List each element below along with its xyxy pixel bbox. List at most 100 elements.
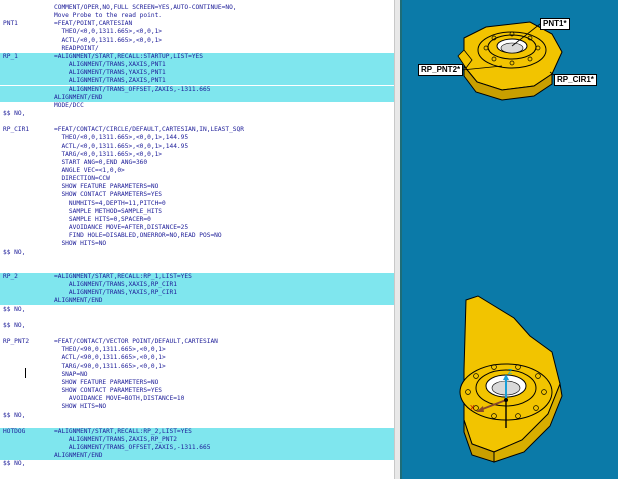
feature-label-pnt1[interactable]: PNT1* — [540, 18, 570, 30]
code-text: ALIGNMENT/TRANS,ZAXIS,PNT1 — [54, 77, 166, 85]
feature-id-label: RP_2 — [3, 272, 18, 280]
code-line[interactable]: ALIGNMENT/TRANS,YAXIS,RP_CIR1 — [0, 289, 394, 298]
code-line[interactable]: ALIGNMENT/END — [0, 297, 394, 306]
code-line[interactable]: ALIGNMENT/TRANS,XAXIS,PNT1 — [0, 61, 394, 70]
code-line[interactable]: SHOW HITS=NO — [0, 240, 394, 248]
code-line[interactable]: RP_CIR1 =FEAT/CONTACT/CIRCLE/DEFAULT,CART… — [0, 126, 394, 134]
code-text: NUMHITS=4,DEPTH=11,PITCH=0 — [54, 199, 166, 207]
feature-label-rp-cir1[interactable]: RP_CIR1* — [554, 74, 597, 86]
code-text: SHOW FEATURE PARAMETERS=NO — [54, 378, 159, 386]
code-line[interactable]: READPOINT/ — [0, 45, 394, 53]
code-text: =ALIGNMENT/START,RECALL:STARTUP,LIST=YES — [54, 52, 204, 60]
code-text: ALIGNMENT/TRANS,XAXIS,PNT1 — [54, 61, 166, 69]
code-text: ALIGNMENT/TRANS,YAXIS,PNT1 — [54, 69, 166, 77]
program-editor[interactable]: COMMENT/OPER,NO,FULL SCREEN=YES,AUTO-CON… — [0, 0, 394, 479]
code-line[interactable]: AVOIDANCE MOVE=AFTER,DISTANCE=25 — [0, 224, 394, 232]
code-text: THEO/<0,0,1311.665>,<0,0,1> — [54, 28, 163, 36]
code-line[interactable]: ANGLE VEC=<1,0,0> — [0, 167, 394, 175]
code-text: ANGLE VEC=<1,0,0> — [54, 167, 125, 174]
code-line[interactable]: ALIGNMENT/TRANS,XAXIS,RP_CIR1 — [0, 281, 394, 290]
code-text: ALIGNMENT/END — [54, 452, 103, 460]
code-text: AVOIDANCE MOVE=BOTH,DISTANCE=10 — [54, 395, 185, 403]
code-line[interactable]: ACTL/<0,0,1311.665>,<0,0,1>,144.95 — [0, 143, 394, 151]
code-text: THEO/<90,0,1311.665>,<0,0,1> — [54, 346, 166, 354]
text-cursor — [25, 368, 26, 378]
code-line[interactable]: Move Probe to the read point. — [0, 12, 394, 20]
code-line[interactable]: THEO/<0,0,1311.665>,<0,0,1> — [0, 28, 394, 36]
code-line[interactable]: HOTDOG =ALIGNMENT/START,RECALL:RP_2,LIST=… — [0, 427, 394, 436]
code-text: Move Probe to the read point. — [54, 12, 163, 20]
code-text: SHOW HITS=NO — [54, 240, 107, 248]
code-text: TARG/<0,0,1311.665>,<0,0,1> — [54, 150, 163, 158]
code-line[interactable]: ALIGNMENT/END — [0, 452, 394, 461]
code-line[interactable] — [0, 257, 394, 265]
code-line[interactable]: NUMHITS=4,DEPTH=11,PITCH=0 — [0, 200, 394, 208]
code-line[interactable]: SAMPLE METHOD=SAMPLE_HITS — [0, 208, 394, 216]
code-line[interactable]: SHOW FEATURE PARAMETERS=NO — [0, 379, 394, 387]
code-line[interactable]: ACTL/<90,0,1311.665>,<0,0,1> — [0, 354, 394, 362]
code-line[interactable] — [0, 420, 394, 428]
code-line[interactable]: DIRECTION=CCW — [0, 175, 394, 183]
code-line[interactable]: $$ NO, — [0, 460, 394, 468]
feature-id-label: $$ NO, — [3, 305, 26, 313]
feature-label-rp-pnt2[interactable]: RP_PNT2* — [418, 64, 464, 76]
code-text: MODE/DCC — [54, 101, 84, 109]
code-line[interactable]: START ANG=0,END ANG=360 — [0, 159, 394, 167]
code-line[interactable]: ALIGNMENT/TRANS_OFFSET,ZAXIS,-1311.665 — [0, 444, 394, 453]
feature-id-label: $$ NO, — [3, 411, 26, 419]
code-line[interactable] — [0, 314, 394, 322]
code-text: DIRECTION=CCW — [54, 175, 110, 183]
code-text: ALIGNMENT/TRANS_OFFSET,ZAXIS,-1311.665 — [54, 444, 211, 452]
feature-id-label: RP_1 — [3, 52, 18, 60]
code-line[interactable]: RP_2 =ALIGNMENT/START,RECALL:RP_1,LIST=YE… — [0, 272, 394, 281]
graphics-display-window[interactable]: X Z PNT1* RP_PNT2* RP_CIR1* — [402, 0, 618, 479]
code-line[interactable]: SNAP=NO — [0, 371, 394, 379]
code-line[interactable] — [0, 118, 394, 126]
code-text: SAMPLE METHOD=SAMPLE_HITS — [54, 207, 163, 215]
code-line[interactable]: THEO/<90,0,1311.665>,<0,0,1> — [0, 346, 394, 354]
code-line[interactable] — [0, 265, 394, 273]
code-line[interactable]: ALIGNMENT/TRANS_OFFSET,ZAXIS,-1311.665 — [0, 85, 394, 94]
code-line[interactable]: TARG/<0,0,1311.665>,<0,0,1> — [0, 151, 394, 159]
feature-id-label: $$ NO, — [3, 460, 26, 468]
code-text: ALIGNMENT/TRANS_OFFSET,ZAXIS,-1311.665 — [54, 85, 211, 93]
code-line[interactable]: $$ NO, — [0, 412, 394, 420]
feature-id-label: $$ NO, — [3, 248, 26, 256]
code-line[interactable]: ALIGNMENT/END — [0, 93, 394, 102]
code-line[interactable]: ALIGNMENT/TRANS,YAXIS,PNT1 — [0, 69, 394, 78]
code-line[interactable]: FIND HOLE=DISABLED,ONERROR=NO,READ POS=N… — [0, 232, 394, 240]
code-text: ALIGNMENT/END — [54, 297, 103, 305]
code-text: SAMPLE HITS=0,SPACER=0 — [54, 215, 151, 223]
code-text: COMMENT/OPER,NO,FULL SCREEN=YES,AUTO-CON… — [54, 4, 237, 11]
code-text: =FEAT/CONTACT/CIRCLE/DEFAULT,CARTESIAN,I… — [54, 126, 244, 134]
code-text: ALIGNMENT/TRANS,XAXIS,RP_CIR1 — [54, 281, 177, 289]
code-line[interactable]: RP_PNT2 =FEAT/CONTACT/VECTOR POINT/DEFAUL… — [0, 338, 394, 346]
code-line[interactable]: $$ NO, — [0, 249, 394, 257]
code-line[interactable]: SHOW HITS=NO — [0, 403, 394, 411]
code-line[interactable]: SHOW CONTACT PARAMETERS=YES — [0, 387, 394, 395]
code-line[interactable]: THEO/<0,0,1311.665>,<0,0,1>,144.95 — [0, 134, 394, 142]
code-text: ACTL/<90,0,1311.665>,<0,0,1> — [54, 354, 166, 362]
code-line[interactable]: $$ NO, — [0, 110, 394, 118]
feature-id-label: $$ NO, — [3, 109, 26, 117]
part-iso-view — [459, 295, 563, 463]
code-text: SNAP=NO — [54, 370, 88, 378]
code-line[interactable]: SAMPLE HITS=0,SPACER=0 — [0, 216, 394, 224]
code-line[interactable]: ALIGNMENT/TRANS,ZAXIS,RP_PNT2 — [0, 435, 394, 444]
code-line[interactable] — [0, 330, 394, 338]
code-line[interactable]: ALIGNMENT/TRANS,ZAXIS,PNT1 — [0, 77, 394, 86]
feature-id-label: $$ NO, — [3, 321, 26, 329]
code-line[interactable]: AVOIDANCE MOVE=BOTH,DISTANCE=10 — [0, 395, 394, 403]
code-line[interactable]: MODE/DCC — [0, 102, 394, 110]
code-line[interactable]: RP_1 =ALIGNMENT/START,RECALL:STARTUP,LIST… — [0, 52, 394, 61]
code-line[interactable]: SHOW CONTACT PARAMETERS=YES — [0, 191, 394, 199]
code-line[interactable]: $$ NO, — [0, 322, 394, 330]
code-line[interactable]: COMMENT/OPER,NO,FULL SCREEN=YES,AUTO-CON… — [0, 4, 394, 12]
code-line[interactable]: SHOW FEATURE PARAMETERS=NO — [0, 183, 394, 191]
code-line[interactable]: ACTL/<0,0,1311.665>,<0,0,1> — [0, 37, 394, 45]
code-line[interactable]: TARG/<90,0,1311.665>,<0,0,1> — [0, 363, 394, 371]
code-text: =FEAT/CONTACT/VECTOR POINT/DEFAULT,CARTE… — [54, 338, 218, 346]
code-line[interactable]: PNT1 =FEAT/POINT,CARTESIAN — [0, 20, 394, 28]
code-line[interactable]: $$ NO, — [0, 306, 394, 314]
code-text: =ALIGNMENT/START,RECALL:RP_1,LIST=YES — [54, 272, 192, 280]
